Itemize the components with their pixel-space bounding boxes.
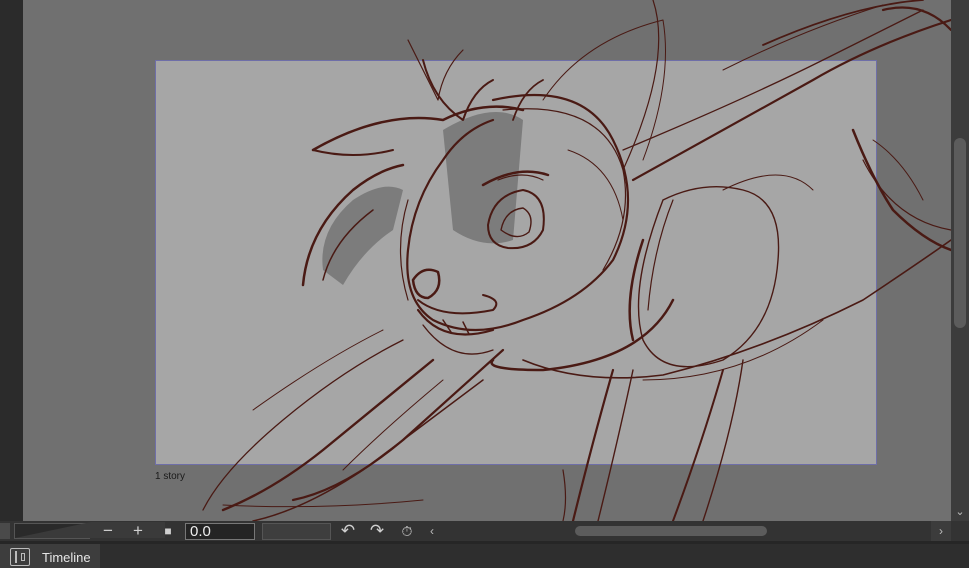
sketch-artwork: [202, 0, 951, 521]
scroll-down-button[interactable]: ⌄: [951, 503, 969, 521]
bottom-panel-bar: Timeline: [0, 544, 969, 568]
scroll-left-button[interactable]: ‹: [423, 521, 441, 541]
vertical-scroll-thumb[interactable]: [954, 138, 966, 328]
timeline-tab-label: Timeline: [42, 550, 91, 565]
zoom-slider[interactable]: [14, 522, 165, 539]
rotation-angle-input[interactable]: 0.0: [185, 523, 255, 540]
vertical-scrollbar[interactable]: ⌄: [951, 0, 969, 521]
navigator-toolbar: − + ■ 0.0 ↶ ↷ ⏱ ‹ ›: [0, 521, 969, 541]
toolbar-handle[interactable]: [0, 523, 10, 539]
horizontal-scroll-thumb[interactable]: [575, 526, 767, 536]
zoom-in-button[interactable]: +: [127, 521, 149, 541]
rotate-left-button[interactable]: ↶: [337, 521, 359, 541]
left-panel-strip: [0, 0, 23, 521]
rotation-slider[interactable]: [262, 523, 331, 540]
timeline-icon: [10, 548, 30, 566]
scroll-right-button[interactable]: ›: [931, 521, 951, 541]
stop-button[interactable]: ■: [157, 521, 179, 541]
zoom-out-button[interactable]: −: [97, 521, 119, 541]
timeline-tab[interactable]: Timeline: [0, 544, 100, 568]
reset-rotation-button[interactable]: ⏱: [396, 521, 418, 541]
frame-label: 1 story: [155, 471, 186, 482]
rotate-right-button[interactable]: ↷: [366, 521, 388, 541]
horizontal-scrollbar[interactable]: [441, 524, 931, 538]
drawing-canvas[interactable]: 1 story: [23, 0, 951, 521]
